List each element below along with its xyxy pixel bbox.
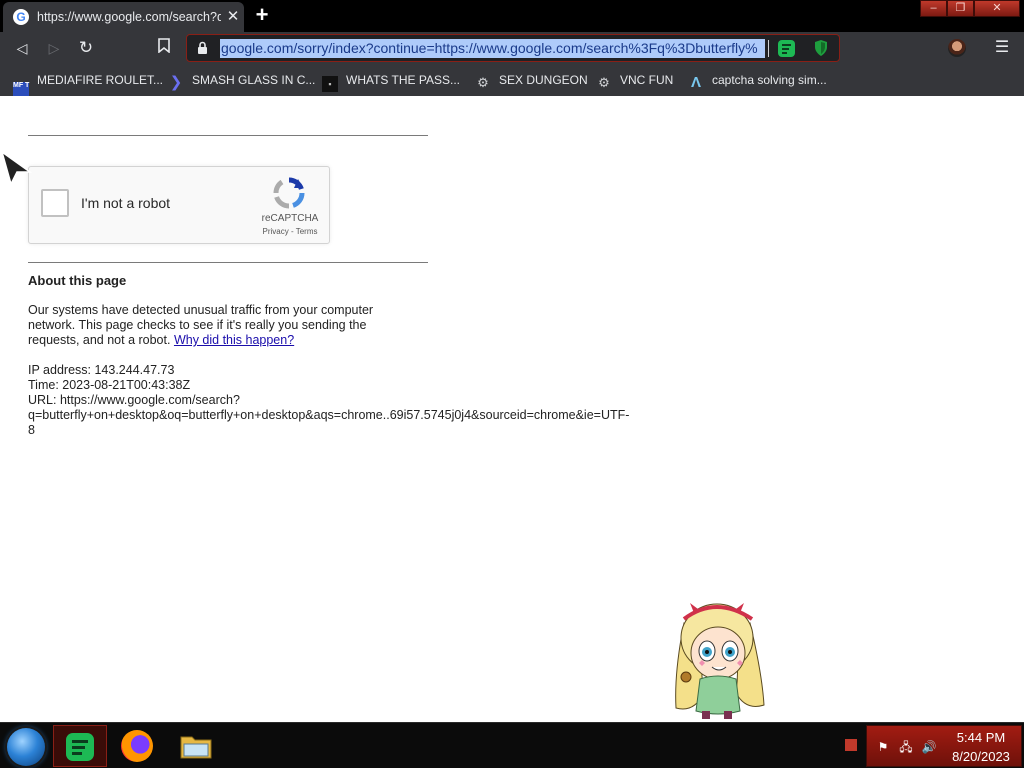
volume-icon[interactable]: 🔊 (921, 739, 937, 755)
recaptcha-checkbox[interactable] (41, 189, 69, 217)
recaptcha-brand: reCAPTCHA (261, 213, 319, 224)
cartoon-girl-mascot (675, 603, 765, 719)
request-details: IP address: 143.244.47.73 Time: 2023-08-… (28, 363, 668, 438)
bookmark-label: MEDIAFIRE ROULET... (37, 73, 164, 87)
system-tray: ⚑ 🖧 🔊 5:44 PM 8/20/2023 (866, 725, 1022, 767)
recaptcha-logo-icon (273, 177, 305, 209)
clock-time[interactable]: 5:44 PM (945, 730, 1017, 745)
browser-toolbar: ◁ ▷ ↻ google.com/sorry/index?continue=ht… (0, 32, 1024, 64)
profile-avatar[interactable] (948, 39, 966, 57)
network-icon[interactable]: 🖧 (898, 739, 914, 755)
action-center-flag-icon[interactable]: ⚑ (875, 739, 891, 755)
about-heading: About this page (28, 273, 127, 288)
gear-icon: ⚙ (598, 75, 610, 90)
firefox-icon[interactable] (121, 730, 153, 762)
gear-icon: ⚙ (477, 75, 489, 90)
request-url-line: URL: https://www.google.com/search? (28, 393, 240, 407)
recaptcha-label: I'm not a robot (81, 195, 171, 211)
new-tab-button[interactable]: + (251, 4, 273, 26)
why-did-this-happen-link[interactable]: Why did this happen? (174, 333, 294, 347)
spotify-extension-icon[interactable] (778, 40, 795, 57)
divider (28, 135, 428, 136)
ip-address: IP address: 143.244.47.73 (28, 363, 175, 377)
bookmark-smash-glass[interactable]: ❯ SMASH GLASS IN C... (168, 71, 316, 91)
bookmarks-bar: MF T MEDIAFIRE ROULET... ❯ SMASH GLASS IN … (0, 64, 1024, 98)
bookmark-vnc-fun[interactable]: ⚙ VNC FUN (596, 71, 674, 90)
os-taskbar: ⚑ 🖧 🔊 5:44 PM 8/20/2023 (0, 722, 1024, 768)
request-time: Time: 2023-08-21T00:43:38Z (28, 378, 191, 392)
bookmark-sex-dungeon[interactable]: ⚙ SEX DUNGEON (475, 71, 588, 90)
url-input[interactable]: google.com/sorry/index?continue=https://… (220, 39, 765, 58)
bookmark-whats-the-pass[interactable]: ▪ WHATS THE PASS... (322, 71, 461, 92)
unusual-traffic-message: Our systems have detected unusual traffi… (28, 303, 408, 348)
tab-bar: G https://www.google.com/search?q=butter… (0, 0, 1024, 32)
start-button[interactable] (7, 728, 45, 766)
taskbar-spotify-button[interactable] (53, 725, 107, 767)
window-maximize-button[interactable]: ❐ (947, 0, 974, 17)
shield-extension-icon[interactable] (813, 39, 829, 57)
chevron-icon: ❯ (169, 74, 183, 91)
recaptcha-privacy-terms-link[interactable]: Privacy - Terms (255, 227, 325, 236)
address-bar[interactable]: google.com/sorry/index?continue=https://… (186, 34, 840, 62)
text-caret (768, 40, 769, 57)
bookmark-label: SEX DUNGEON (499, 73, 588, 87)
clock-date[interactable]: 8/20/2023 (945, 749, 1017, 764)
request-url-line: 8 (28, 423, 35, 437)
window-minimize-button[interactable]: – (920, 0, 947, 17)
recaptcha-widget: I'm not a robot reCAPTCHA Privacy - Term… (28, 166, 330, 244)
bookmark-icon (158, 38, 170, 54)
file-explorer-icon[interactable] (180, 733, 212, 759)
spotify-icon (66, 733, 94, 761)
browser-menu-icon[interactable]: ☰ (992, 38, 1012, 58)
bookmark-label: WHATS THE PASS... (346, 73, 461, 87)
lambda-icon: Λ (690, 74, 701, 91)
site-icon: ▪ (322, 76, 338, 92)
reload-button[interactable]: ↻ (76, 38, 96, 58)
bookmark-mediafire-roulette[interactable]: MF T MEDIAFIRE ROULET... (13, 71, 164, 98)
browser-tab[interactable]: G https://www.google.com/search?q=butter… (3, 2, 244, 32)
close-tab-icon[interactable]: ✕ (225, 8, 241, 26)
bookmark-star-button[interactable] (154, 38, 174, 58)
back-button[interactable]: ◁ (12, 38, 32, 58)
divider (28, 262, 428, 263)
tray-notification-icon[interactable] (845, 739, 857, 751)
bookmark-label: VNC FUN (620, 73, 674, 87)
bookmark-captcha-solving[interactable]: Λcaptcha solving sim... (688, 71, 827, 91)
bookmark-label: SMASH GLASS IN C... (192, 73, 316, 87)
forward-button[interactable]: ▷ (44, 38, 64, 58)
window-close-button[interactable]: ✕ (974, 0, 1020, 17)
lock-icon[interactable] (197, 41, 211, 57)
page-content: I'm not a robot reCAPTCHA Privacy - Term… (0, 96, 1024, 722)
request-url-line: q=butterfly+on+desktop&oq=butterfly+on+d… (28, 408, 630, 422)
bookmark-label: captcha solving sim... (712, 73, 827, 87)
tab-title: https://www.google.com/search?q=butterfl… (37, 10, 221, 24)
google-favicon-icon: G (13, 9, 29, 25)
